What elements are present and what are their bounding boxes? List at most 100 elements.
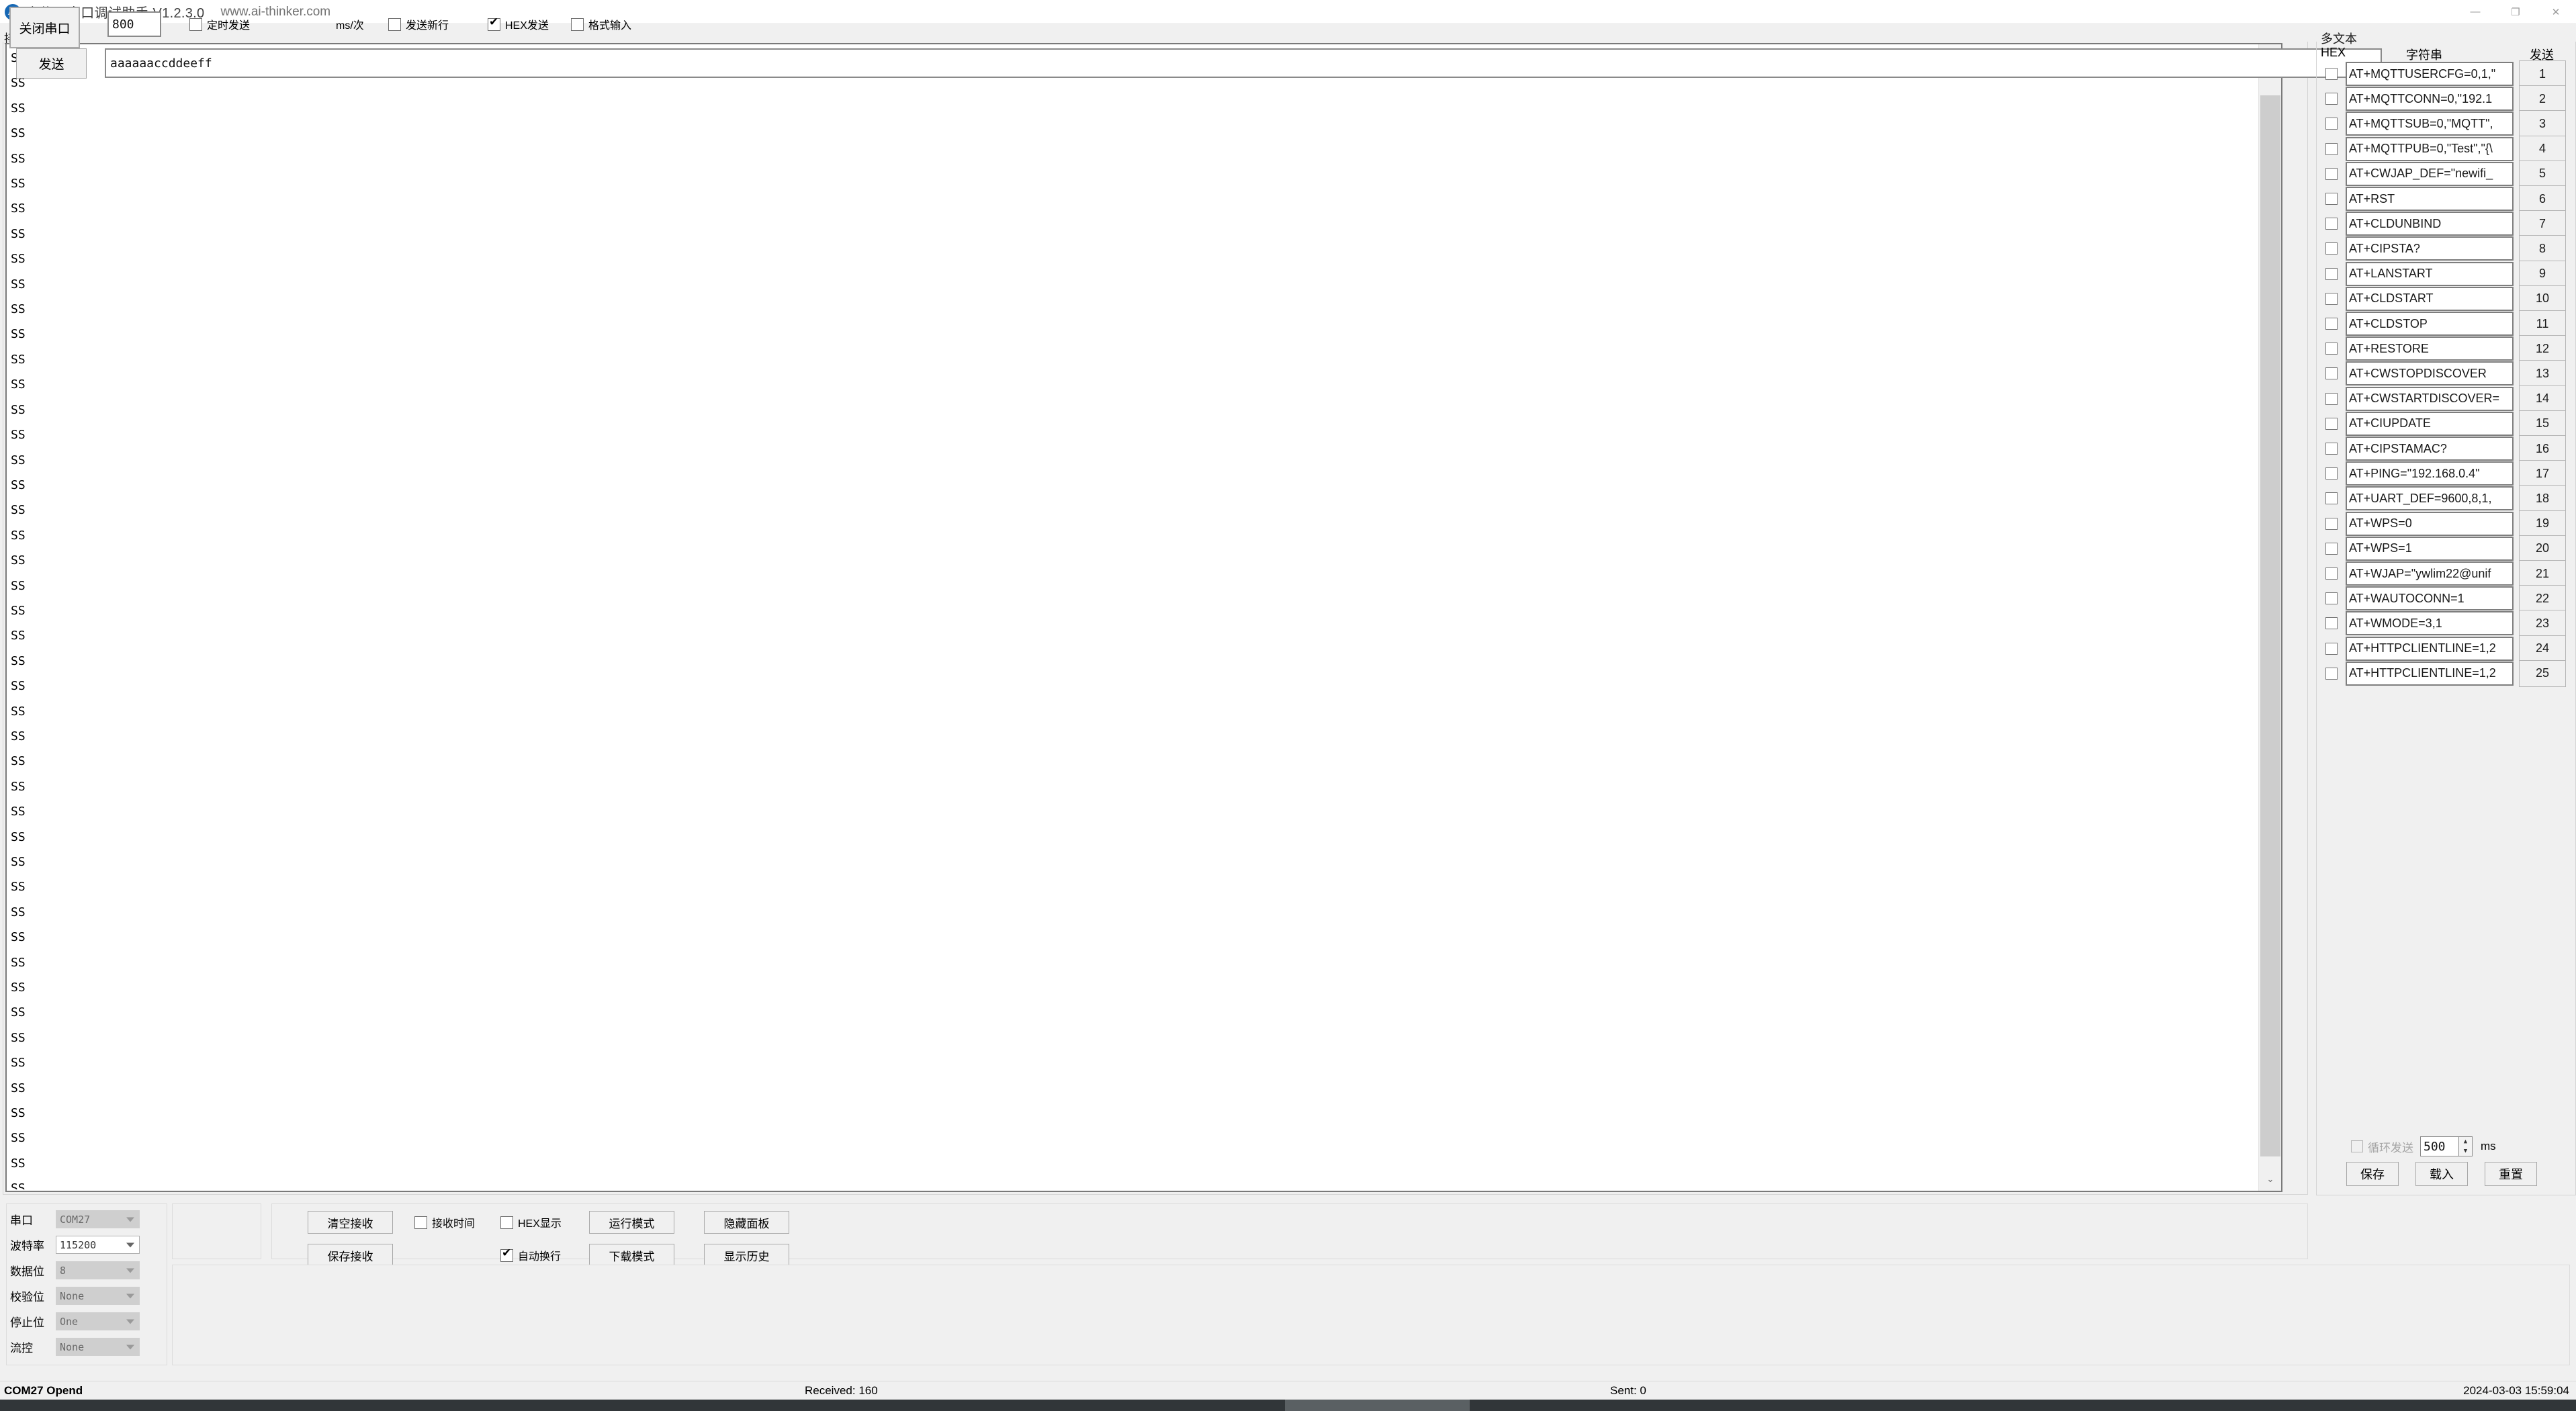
minimize-icon[interactable]: — <box>2455 0 2495 24</box>
multitext-send-button[interactable]: 9 <box>2519 260 2566 287</box>
close-icon[interactable]: ✕ <box>2536 0 2576 24</box>
multitext-command-input[interactable]: AT+WMODE=3,1 <box>2346 611 2514 636</box>
hex-send-checkbox[interactable]: HEX发送 <box>488 15 549 32</box>
checkbox-box[interactable] <box>414 1216 427 1229</box>
multitext-send-button[interactable]: 15 <box>2519 410 2566 437</box>
multitext-send-button[interactable]: 6 <box>2519 185 2566 212</box>
multitext-command-input[interactable]: AT+CIUPDATE <box>2346 411 2514 436</box>
checkbox-box[interactable] <box>500 1216 513 1229</box>
multitext-hex-checkbox[interactable] <box>2325 343 2338 355</box>
checkbox-box[interactable] <box>388 17 401 31</box>
multitext-send-button[interactable]: 16 <box>2519 435 2566 462</box>
checkbox-box[interactable] <box>488 15 500 31</box>
loop-send-checkbox[interactable] <box>2351 1140 2363 1152</box>
multitext-send-button[interactable]: 24 <box>2519 635 2566 662</box>
multitext-hex-checkbox[interactable] <box>2325 492 2338 505</box>
maximize-icon[interactable]: ❐ <box>2495 0 2536 24</box>
multitext-send-button[interactable]: 17 <box>2519 460 2566 488</box>
multitext-hex-checkbox[interactable] <box>2325 642 2338 655</box>
download-mode-button[interactable]: 下载模式 <box>589 1244 674 1267</box>
scrollbar-thumb[interactable] <box>2260 95 2280 1156</box>
multitext-hex-checkbox[interactable] <box>2325 567 2338 580</box>
multitext-command-input[interactable]: AT+RESTORE <box>2346 336 2514 361</box>
format-input-checkbox[interactable]: 格式输入 <box>571 16 631 32</box>
close-port-button[interactable]: 关闭串口 <box>9 7 80 48</box>
multitext-command-input[interactable]: AT+CLDSTART <box>2346 286 2514 311</box>
multitext-send-button[interactable]: 7 <box>2519 210 2566 238</box>
scroll-down-icon[interactable]: ⌄ <box>2259 1168 2281 1191</box>
multitext-hex-checkbox[interactable] <box>2325 193 2338 205</box>
multitext-send-button[interactable]: 11 <box>2519 310 2566 337</box>
multitext-send-button[interactable]: 5 <box>2519 160 2566 187</box>
receive-textarea[interactable]: SS SS SS SS SS SS SS SS SS SS SS SS SS S… <box>5 43 2282 1192</box>
multitext-send-button[interactable]: 23 <box>2519 610 2566 637</box>
multitext-send-button[interactable]: 21 <box>2519 560 2566 587</box>
multitext-send-button[interactable]: 18 <box>2519 485 2566 512</box>
receive-time-checkbox[interactable]: 接收时间 <box>414 1213 475 1232</box>
multitext-command-input[interactable]: AT+CLDUNBIND <box>2346 212 2514 236</box>
hide-panel-button[interactable]: 隐藏面板 <box>704 1211 789 1234</box>
multitext-hex-checkbox[interactable] <box>2325 318 2338 330</box>
multitext-send-button[interactable]: 3 <box>2519 110 2566 138</box>
multitext-hex-checkbox[interactable] <box>2325 218 2338 230</box>
checkbox-box[interactable] <box>500 1246 513 1262</box>
loop-interval-input[interactable]: 500 ▲ ▼ <box>2420 1136 2473 1156</box>
multitext-hex-checkbox[interactable] <box>2325 167 2338 180</box>
send-newline-checkbox[interactable]: 发送新行 <box>388 16 449 32</box>
multitext-hex-checkbox[interactable] <box>2325 292 2338 305</box>
clear-receive-button[interactable]: 清空接收 <box>308 1211 393 1234</box>
hex-display-checkbox[interactable]: HEX显示 <box>500 1213 562 1232</box>
multitext-command-input[interactable]: AT+WJAP="ywlim22@unif <box>2346 561 2514 586</box>
multitext-hex-checkbox[interactable] <box>2325 267 2338 280</box>
multitext-command-input[interactable]: AT+PING="192.168.0.4" <box>2346 461 2514 486</box>
send-input[interactable]: aaaaaaccddeeff <box>105 48 2382 78</box>
multitext-command-input[interactable]: AT+CIPSTAMAC? <box>2346 437 2514 461</box>
multitext-hex-checkbox[interactable] <box>2325 242 2338 255</box>
spinner-down-icon[interactable]: ▼ <box>2459 1146 2472 1156</box>
multitext-send-button[interactable]: 14 <box>2519 385 2566 412</box>
multitext-command-input[interactable]: AT+CWSTOPDISCOVER <box>2346 361 2514 386</box>
multitext-send-button[interactable]: 25 <box>2519 659 2566 687</box>
reset-button[interactable]: 重置 <box>2485 1162 2537 1186</box>
multitext-command-input[interactable]: AT+CLDSTOP <box>2346 312 2514 336</box>
multitext-send-button[interactable]: 1 <box>2519 60 2566 87</box>
multitext-command-input[interactable]: AT+WPS=0 <box>2346 511 2514 536</box>
multitext-hex-checkbox[interactable] <box>2325 392 2338 405</box>
multitext-command-input[interactable]: AT+CIPSTA? <box>2346 236 2514 261</box>
multitext-command-input[interactable]: AT+MQTTPUB=0,"Test","{\ <box>2346 136 2514 161</box>
timed-send-checkbox[interactable]: 定时发送 <box>189 16 250 32</box>
multitext-hex-checkbox[interactable] <box>2325 367 2338 380</box>
multitext-send-button[interactable]: 8 <box>2519 235 2566 263</box>
multitext-hex-checkbox[interactable] <box>2325 467 2338 480</box>
show-history-button[interactable]: 显示历史 <box>704 1244 789 1267</box>
multitext-hex-checkbox[interactable] <box>2325 443 2338 455</box>
multitext-hex-checkbox[interactable] <box>2325 118 2338 130</box>
multitext-command-input[interactable]: AT+CWSTARTDISCOVER= <box>2346 386 2514 411</box>
multitext-command-input[interactable]: AT+MQTTSUB=0,"MQTT", <box>2346 111 2514 136</box>
multitext-send-button[interactable]: 12 <box>2519 335 2566 363</box>
multitext-command-input[interactable]: AT+WAUTOCONN=1 <box>2346 586 2514 611</box>
load-button[interactable]: 载入 <box>2415 1162 2468 1186</box>
multitext-command-input[interactable]: AT+HTTPCLIENTLINE=1,2 <box>2346 661 2514 686</box>
multitext-send-button[interactable]: 20 <box>2519 535 2566 562</box>
multitext-hex-checkbox[interactable] <box>2325 592 2338 605</box>
run-mode-button[interactable]: 运行模式 <box>589 1211 674 1234</box>
multitext-send-button[interactable]: 2 <box>2519 85 2566 113</box>
multitext-send-button[interactable]: 22 <box>2519 585 2566 612</box>
multitext-hex-checkbox[interactable] <box>2325 417 2338 430</box>
send-interval-input[interactable]: 800 <box>107 11 161 37</box>
checkbox-box[interactable] <box>571 17 584 31</box>
multitext-command-input[interactable]: AT+MQTTUSERCFG=0,1," <box>2346 62 2514 86</box>
multitext-command-input[interactable]: AT+HTTPCLIENTLINE=1,2 <box>2346 636 2514 661</box>
save-button[interactable]: 保存 <box>2346 1162 2399 1186</box>
multitext-command-input[interactable]: AT+LANSTART <box>2346 261 2514 286</box>
multitext-send-button[interactable]: 19 <box>2519 510 2566 537</box>
multitext-command-input[interactable]: AT+CWJAP_DEF="newifi_ <box>2346 161 2514 186</box>
multitext-hex-checkbox[interactable] <box>2325 542 2338 555</box>
taskbar-active-window[interactable] <box>1285 1400 1470 1411</box>
multitext-command-input[interactable]: AT+RST <box>2346 187 2514 211</box>
checkbox-box[interactable] <box>189 17 202 31</box>
save-receive-button[interactable]: 保存接收 <box>308 1244 393 1267</box>
multitext-hex-checkbox[interactable] <box>2325 517 2338 530</box>
multitext-hex-checkbox[interactable] <box>2325 142 2338 155</box>
